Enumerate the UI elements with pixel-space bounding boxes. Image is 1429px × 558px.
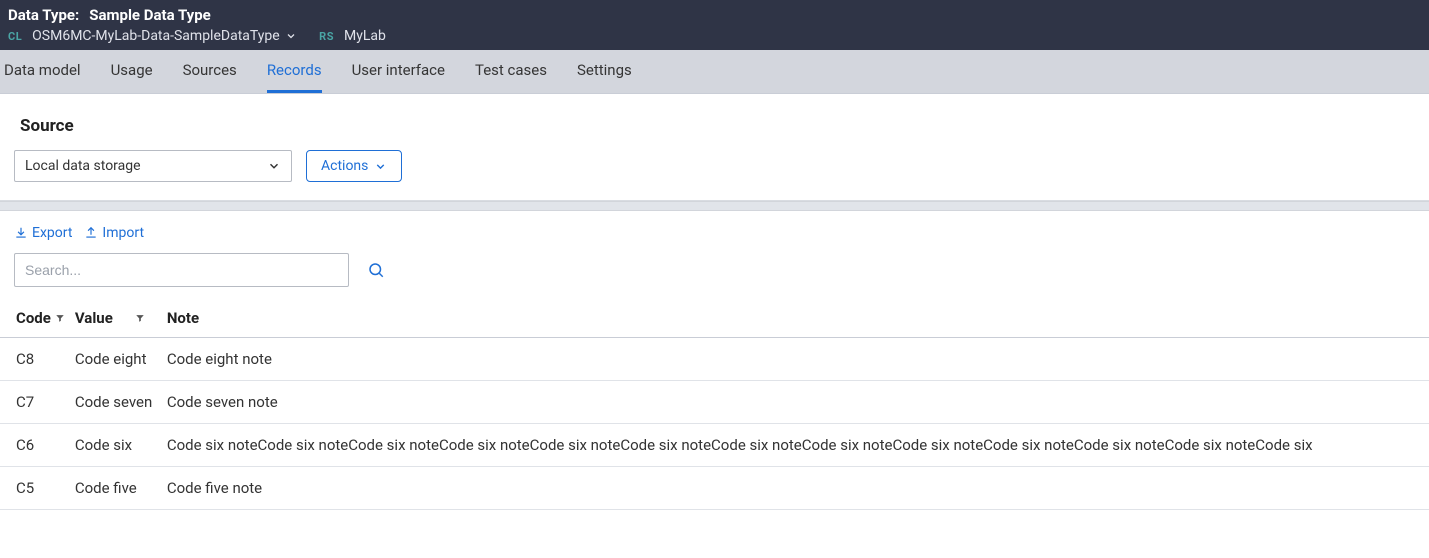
search-icon (367, 261, 385, 278)
table-row[interactable]: C7 Code seven Code seven note (0, 381, 1429, 424)
cell-value: Code seven (75, 381, 167, 424)
actions-button[interactable]: Actions (306, 150, 402, 182)
upload-icon (84, 225, 98, 241)
col-header-note[interactable]: Note (167, 301, 1429, 338)
divider-strip (0, 201, 1429, 211)
export-label: Export (32, 225, 72, 241)
col-header-value[interactable]: Value (75, 301, 167, 338)
col-header-code-label: Code (16, 309, 51, 327)
tab-records[interactable]: Records (267, 50, 322, 93)
chevron-down-icon (285, 28, 297, 44)
tab-settings[interactable]: Settings (577, 50, 632, 93)
records-table: Code Value Note C8 Cod (0, 301, 1429, 510)
data-type-value: Sample Data Type (89, 6, 211, 24)
export-link[interactable]: Export (14, 225, 72, 241)
app-name: MyLab (344, 28, 386, 44)
tab-test-cases[interactable]: Test cases (475, 50, 547, 93)
filter-icon (55, 313, 65, 324)
rs-badge: RS (319, 30, 334, 43)
cell-code: C8 (0, 338, 75, 381)
filter-icon (135, 313, 145, 324)
cell-note: Code six noteCode six noteCode six noteC… (167, 424, 1429, 467)
cell-code: C7 (0, 381, 75, 424)
col-header-code[interactable]: Code (0, 301, 75, 338)
col-header-note-label: Note (167, 309, 199, 327)
cell-note: Code seven note (167, 381, 1429, 424)
chevron-down-icon (374, 158, 387, 174)
search-row (0, 253, 1429, 301)
cell-note: Code eight note (167, 338, 1429, 381)
tab-user-interface[interactable]: User interface (352, 50, 445, 93)
table-row[interactable]: C8 Code eight Code eight note (0, 338, 1429, 381)
import-label: Import (102, 225, 144, 241)
class-name-dropdown[interactable]: OSM6MC-MyLab-Data-SampleDataType (32, 28, 297, 44)
header-breadcrumb-row: CL OSM6MC-MyLab-Data-SampleDataType RS M… (8, 28, 1421, 44)
search-button[interactable] (363, 257, 389, 283)
source-select[interactable]: Local data storage (14, 150, 292, 182)
tabbar: Data model Usage Sources Records User in… (0, 50, 1429, 94)
table-row[interactable]: C5 Code five Code five note (0, 467, 1429, 510)
cl-badge: CL (8, 30, 22, 43)
class-name-text: OSM6MC-MyLab-Data-SampleDataType (32, 28, 280, 44)
col-header-value-label: Value (75, 309, 113, 327)
table-header-row: Code Value Note (0, 301, 1429, 338)
chevron-down-icon (267, 158, 281, 174)
cell-value: Code six (75, 424, 167, 467)
tab-usage[interactable]: Usage (111, 50, 153, 93)
download-icon (14, 225, 28, 241)
cell-value: Code five (75, 467, 167, 510)
search-input[interactable] (14, 253, 349, 287)
header-title-row: Data Type: Sample Data Type (8, 6, 1421, 24)
controls-row: Local data storage Actions (0, 150, 1429, 201)
actions-button-label: Actions (321, 158, 368, 174)
data-type-label: Data Type: (8, 6, 79, 24)
tab-data-model[interactable]: Data model (4, 50, 81, 93)
page-header: Data Type: Sample Data Type CL OSM6MC-My… (0, 0, 1429, 50)
table-row[interactable]: C6 Code six Code six noteCode six noteCo… (0, 424, 1429, 467)
tab-sources[interactable]: Sources (183, 50, 237, 93)
import-link[interactable]: Import (84, 225, 144, 241)
cell-value: Code eight (75, 338, 167, 381)
section-title: Source (0, 94, 1429, 150)
cell-note: Code five note (167, 467, 1429, 510)
cell-code: C6 (0, 424, 75, 467)
source-select-value: Local data storage (25, 158, 141, 174)
cell-code: C5 (0, 467, 75, 510)
toolbar-links: Export Import (0, 211, 1429, 253)
